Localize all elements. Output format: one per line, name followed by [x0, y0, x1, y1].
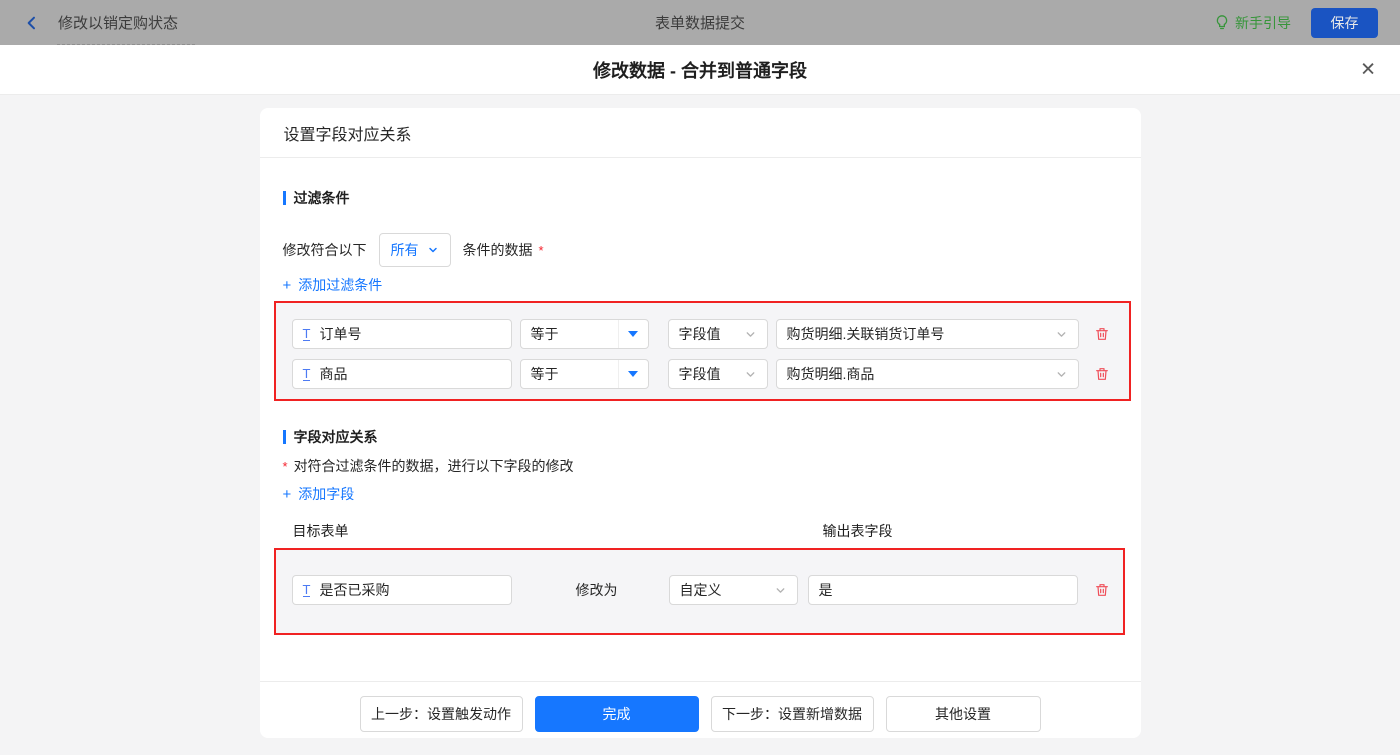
condition-prefix: 修改符合以下: [282, 242, 367, 258]
chevron-down-icon: [1057, 371, 1065, 377]
field-select[interactable]: T 订单号: [291, 319, 512, 349]
chevron-down-icon: [746, 331, 754, 337]
card-title: 设置字段对应关系: [259, 108, 1141, 158]
dialog-header: 修改数据 - 合并到普通字段 ✕: [0, 45, 1400, 95]
delete-icon[interactable]: [1094, 326, 1110, 342]
plus-icon: +: [282, 277, 292, 294]
caret-down-icon: [617, 320, 648, 348]
required-mark: *: [538, 242, 544, 258]
blue-bar: [282, 430, 286, 444]
add-filter-condition-link[interactable]: + 添加过滤条件: [282, 277, 1127, 294]
chevron-down-icon: [746, 371, 754, 377]
dialog-body: 设置字段对应关系 过滤条件 修改符合以下 所有 条件的数据 * + 添加过滤条件: [0, 95, 1400, 755]
beginner-guide-link[interactable]: 新手引导: [1214, 13, 1291, 33]
required-mark: *: [282, 459, 288, 474]
custom-value-input[interactable]: 是: [807, 575, 1078, 605]
operator-select[interactable]: 等于: [519, 359, 649, 389]
next-step-button[interactable]: 下一步：设置新增数据: [710, 696, 874, 732]
value-type-select[interactable]: 字段值: [667, 319, 768, 349]
prev-step-button[interactable]: 上一步：设置触发动作: [359, 696, 523, 732]
other-settings-button[interactable]: 其他设置: [885, 696, 1041, 732]
filter-row: T 商品 等于 字段值 购货明细.商品: [276, 359, 1129, 389]
guide-label: 新手引导: [1235, 14, 1291, 31]
settings-card: 设置字段对应关系 过滤条件 修改符合以下 所有 条件的数据 * + 添加过滤条件: [259, 108, 1141, 738]
text-field-icon: T: [302, 366, 311, 381]
output-field-label: 输出表字段: [822, 523, 893, 539]
chevron-down-icon: [776, 587, 784, 593]
modify-to-label: 修改为: [575, 582, 618, 598]
page-title: 表单数据提交: [654, 15, 745, 32]
blue-bar: [282, 191, 286, 205]
chevron-down-icon: [1057, 331, 1065, 337]
text-field-icon: T: [302, 326, 311, 341]
delete-icon[interactable]: [1094, 366, 1110, 382]
mapping-column-headers: 目标表单 输出表字段: [274, 521, 1127, 539]
text-field-icon: T: [302, 582, 311, 597]
mapping-row: T 是否已采购 修改为 自定义 是: [276, 575, 1123, 605]
dialog-footer: 上一步：设置触发动作 完成 下一步：设置新增数据 其他设置: [259, 681, 1141, 738]
match-mode-select[interactable]: 所有: [378, 233, 451, 267]
mapping-description: * 对符合过滤条件的数据，进行以下字段的修改: [282, 458, 574, 475]
filter-rows-highlight-box: T 订单号 等于 字段值 购货明细.关联销货订单号 T 商品 等于 字段值 购货…: [273, 301, 1131, 401]
value-type-select[interactable]: 字段值: [667, 359, 768, 389]
target-form-label: 目标表单: [292, 523, 349, 539]
filter-row: T 订单号 等于 字段值 购货明细.关联销货订单号: [276, 319, 1129, 349]
topbar: 修改以销定购状态 表单数据提交 新手引导 保存: [0, 0, 1400, 45]
operator-select[interactable]: 等于: [519, 319, 649, 349]
back-button[interactable]: [22, 13, 42, 33]
caret-down-icon: [617, 360, 648, 388]
close-icon[interactable]: ✕: [1360, 60, 1376, 79]
plus-icon: +: [282, 486, 292, 503]
delete-icon[interactable]: [1094, 582, 1110, 598]
target-field-select[interactable]: T 是否已采购: [291, 575, 512, 605]
value-mode-select[interactable]: 自定义: [668, 575, 798, 605]
chevron-down-icon: [428, 247, 437, 253]
mapping-row-highlight-box: T 是否已采购 修改为 自定义 是: [273, 548, 1125, 635]
filter-section-title: 过滤条件: [282, 190, 1127, 206]
condition-suffix: 条件的数据: [462, 242, 533, 258]
lightbulb-icon: [1216, 15, 1228, 30]
mapping-section-title: 字段对应关系: [282, 429, 1127, 445]
done-button[interactable]: 完成: [534, 696, 699, 732]
dialog-title: 修改数据 - 合并到普通字段: [593, 60, 807, 81]
field-select[interactable]: T 商品: [291, 359, 512, 389]
value-field-select[interactable]: 购货明细.商品: [775, 359, 1079, 389]
add-field-link[interactable]: + 添加字段: [282, 486, 1127, 503]
automation-name[interactable]: 修改以销定购状态: [54, 12, 182, 33]
chevron-left-icon: [27, 16, 35, 29]
save-button[interactable]: 保存: [1311, 7, 1378, 38]
value-field-select[interactable]: 购货明细.关联销货订单号: [775, 319, 1079, 349]
